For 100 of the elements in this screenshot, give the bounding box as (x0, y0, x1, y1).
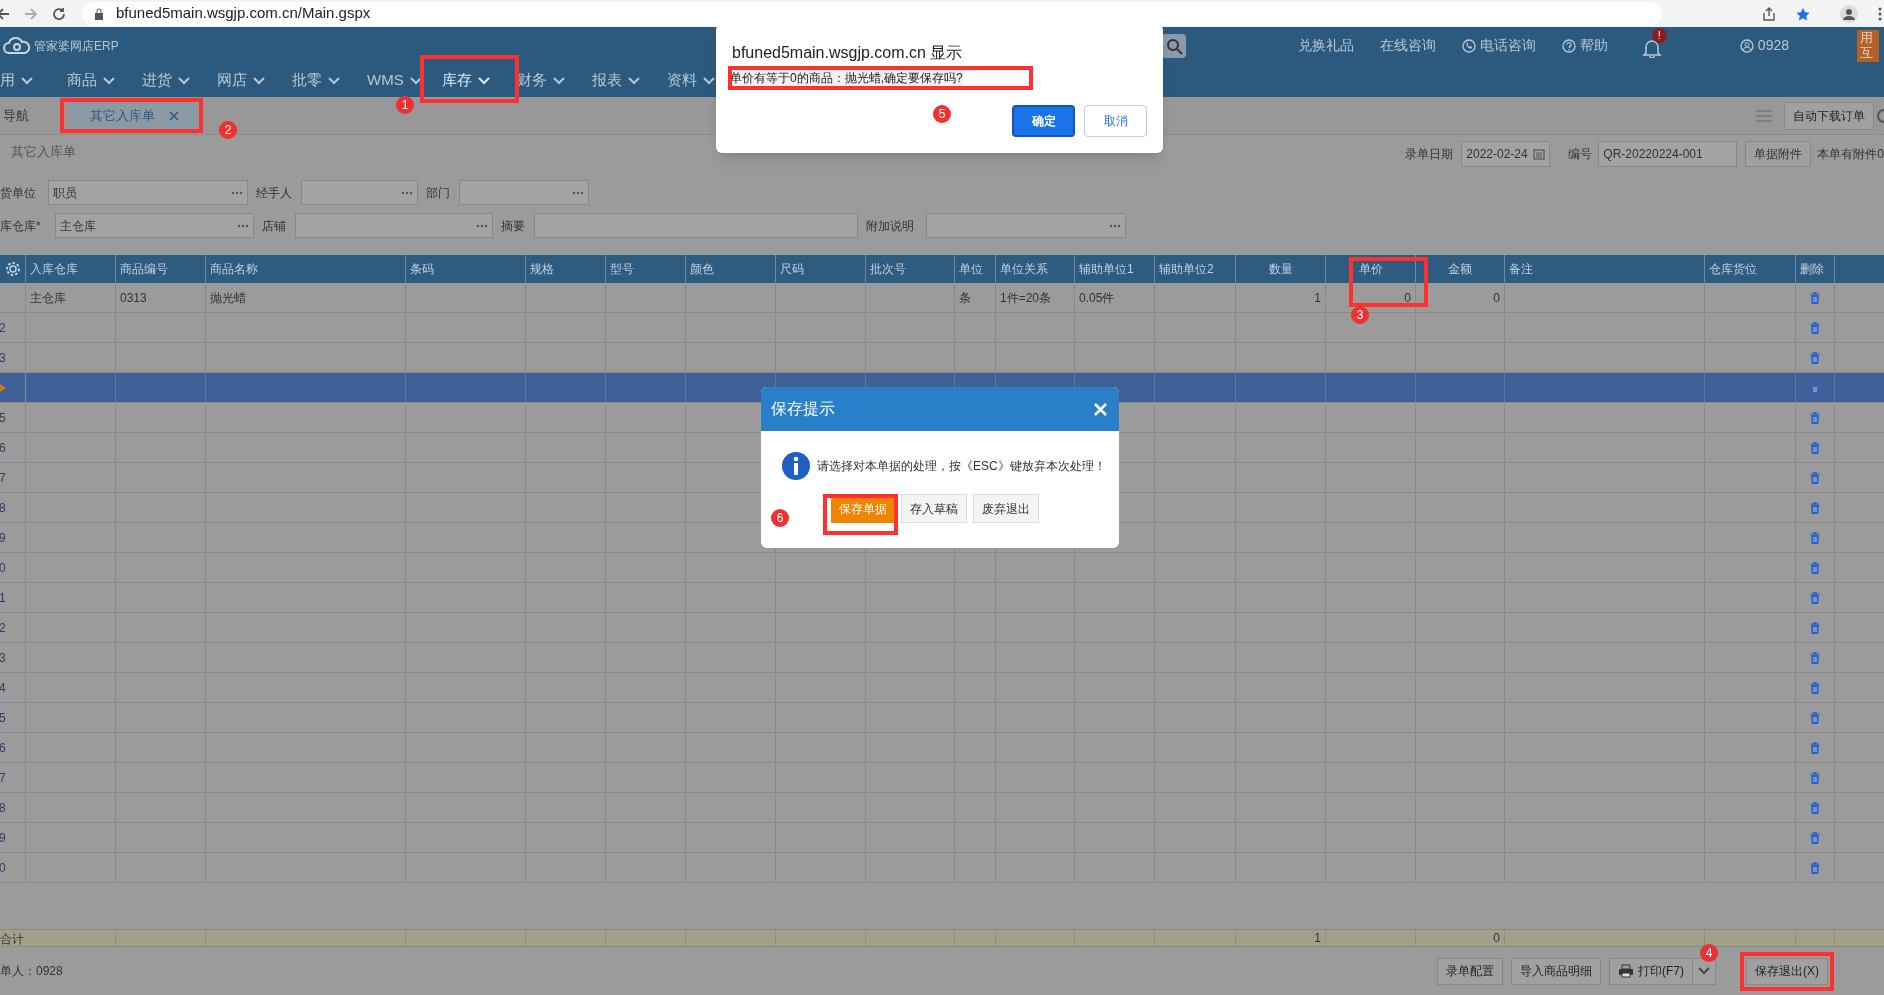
column-header[interactable]: 单位 (955, 255, 996, 283)
trash-icon[interactable] (1810, 381, 1820, 394)
header-link[interactable]: 电话咨询 (1461, 35, 1536, 56)
trash-icon[interactable] (1810, 711, 1820, 724)
footer-button[interactable]: 打印(F7) (1609, 957, 1693, 985)
dialog-button[interactable]: 废弃退出 (973, 494, 1039, 523)
column-header[interactable]: 颜色 (686, 255, 776, 283)
trash-icon[interactable] (1810, 411, 1820, 424)
dropdown-button[interactable] (1692, 957, 1716, 985)
menu-item[interactable]: 进货 (130, 64, 205, 97)
search-icon[interactable] (1162, 34, 1186, 58)
trash-icon[interactable] (1810, 321, 1820, 334)
date-field[interactable]: 2022-02-24 (1461, 141, 1551, 167)
column-header[interactable]: 辅助单位1 (1075, 255, 1155, 283)
share-icon[interactable] (1762, 6, 1776, 21)
column-header[interactable]: 入库仓库 (26, 255, 116, 283)
table-row[interactable]: 2 (0, 613, 1884, 643)
input-field[interactable]: 职员 (48, 180, 248, 205)
trash-icon[interactable] (1810, 801, 1820, 814)
menu-item[interactable]: WMS (355, 64, 430, 97)
menu-dots-icon[interactable] (1878, 6, 1882, 21)
header-link[interactable]: 帮助 (1561, 35, 1608, 56)
trash-icon[interactable] (1810, 291, 1820, 304)
profile-icon[interactable] (1840, 4, 1858, 23)
input-field[interactable] (926, 213, 1126, 238)
column-header[interactable]: 金额 (1416, 255, 1505, 283)
star-icon[interactable] (1796, 6, 1810, 21)
column-header[interactable]: 规格 (526, 255, 606, 283)
column-header[interactable]: 数量 (1236, 255, 1326, 283)
table-row[interactable]: 6 (0, 733, 1884, 763)
input-field[interactable]: 主仓库 (55, 213, 254, 238)
settings-icon[interactable] (1876, 107, 1884, 124)
input-field[interactable] (295, 213, 493, 238)
header-link[interactable]: 在线咨询 (1379, 35, 1436, 56)
number-field[interactable]: QR-20220224-001 (1598, 141, 1738, 167)
trash-icon[interactable] (1810, 861, 1820, 874)
table-row[interactable]: 8 (0, 793, 1884, 823)
attachment-button[interactable]: 单据附件 (1745, 141, 1812, 167)
menu-item[interactable]: 报表 (580, 64, 655, 97)
column-header[interactable]: 单价 (1326, 255, 1416, 283)
column-header[interactable]: 单位关系 (996, 255, 1075, 283)
forward-icon[interactable] (24, 6, 38, 21)
trash-icon[interactable] (1810, 471, 1820, 484)
trash-icon[interactable] (1810, 531, 1820, 544)
bell-icon[interactable] (1641, 37, 1662, 58)
footer-button[interactable]: 导入商品明细 (1511, 957, 1601, 985)
trash-icon[interactable] (1810, 651, 1820, 664)
menu-item[interactable]: 网店 (205, 64, 280, 97)
table-row[interactable]: 1 (0, 583, 1884, 613)
trash-icon[interactable] (1810, 561, 1820, 574)
column-header[interactable]: 条码 (406, 255, 526, 283)
column-header[interactable]: 备注 (1505, 255, 1705, 283)
column-header[interactable]: 商品名称 (206, 255, 406, 283)
trash-icon[interactable] (1810, 351, 1820, 364)
close-icon[interactable] (169, 110, 179, 121)
input-field[interactable] (459, 180, 589, 205)
trash-icon[interactable] (1810, 621, 1820, 634)
footer-button[interactable]: 录单配置 (1437, 957, 1503, 985)
header-link[interactable]: 兑换礼品 (1297, 35, 1354, 56)
column-header[interactable]: 尺码 (776, 255, 866, 283)
table-row[interactable]: 4 (0, 673, 1884, 703)
dialog-button[interactable]: 存入草稿 (901, 494, 967, 523)
trash-icon[interactable] (1810, 681, 1820, 694)
footer-button[interactable]: 保存退出(X) (1746, 957, 1828, 985)
column-header[interactable]: 辅助单位2 (1155, 255, 1236, 283)
promo-badge[interactable]: 用 互 (1857, 29, 1879, 62)
table-row[interactable] (0, 373, 1884, 403)
column-header[interactable]: 仓库货位 (1705, 255, 1796, 283)
table-row[interactable]: 7 (0, 763, 1884, 793)
menu-item[interactable]: 用 (0, 64, 55, 97)
input-field[interactable] (301, 180, 418, 205)
table-row[interactable]: 5 (0, 703, 1884, 733)
column-header[interactable]: 商品编号 (116, 255, 206, 283)
input-field[interactable] (534, 213, 858, 238)
table-row[interactable]: 0 (0, 853, 1884, 883)
column-header[interactable]: 删除 (1796, 255, 1835, 283)
trash-icon[interactable] (1810, 831, 1820, 844)
table-row[interactable]: 9 (0, 823, 1884, 853)
cancel-button[interactable]: 取消 (1084, 105, 1147, 137)
list-icon[interactable] (1756, 109, 1772, 122)
menu-item[interactable]: 资料 (655, 64, 730, 97)
back-icon[interactable] (0, 6, 10, 21)
address-bar[interactable]: bfuned5main.wsgjp.com.cn/Main.gspx (82, 1, 1662, 26)
reload-icon[interactable] (52, 6, 66, 21)
trash-icon[interactable] (1810, 741, 1820, 754)
ok-button[interactable]: 确定 (1012, 105, 1075, 137)
auto-download-button[interactable]: 自动下载订单 (1784, 101, 1874, 130)
tab[interactable]: 其它入库单 (70, 101, 199, 130)
column-header[interactable]: 批次号 (866, 255, 955, 283)
trash-icon[interactable] (1810, 441, 1820, 454)
trash-icon[interactable] (1810, 771, 1820, 784)
user-account[interactable]: 0928 (1739, 35, 1789, 56)
column-header[interactable]: 型号 (606, 255, 686, 283)
menu-item[interactable]: 批零 (280, 64, 355, 97)
table-row[interactable]: 3 (0, 643, 1884, 673)
menu-item[interactable]: 库存 (430, 64, 505, 97)
table-row[interactable]: 0 (0, 553, 1884, 583)
trash-icon[interactable] (1810, 591, 1820, 604)
menu-item[interactable]: 商品 (55, 64, 130, 97)
trash-icon[interactable] (1810, 501, 1820, 514)
